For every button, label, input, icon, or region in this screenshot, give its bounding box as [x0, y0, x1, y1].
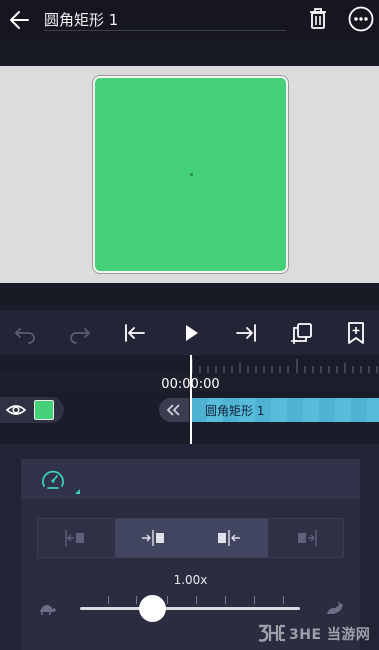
align-start-icon	[65, 530, 85, 546]
layer-color-swatch[interactable]	[34, 400, 54, 420]
playhead[interactable]	[190, 355, 192, 444]
slider-tick	[136, 596, 137, 604]
canvas-margin-top	[0, 40, 379, 66]
page-title[interactable]: 圆角矩形 1	[44, 9, 118, 30]
slider-tick	[254, 596, 255, 604]
visibility-toggle[interactable]	[5, 401, 27, 419]
speed-value: 1.00x	[173, 573, 208, 587]
back-button[interactable]	[6, 6, 34, 34]
jump-to-end-button[interactable]	[233, 320, 259, 346]
add-keyframe-icon	[348, 322, 364, 344]
arrow-left-icon	[10, 11, 29, 29]
canvas-margin-bottom	[0, 283, 379, 310]
more-button[interactable]	[347, 5, 375, 33]
canvas-preview[interactable]	[0, 66, 379, 283]
layer-controls	[0, 397, 64, 423]
clip-label: 圆角矩形 1	[205, 404, 265, 418]
watermark-text: 3HE 当游网	[289, 627, 371, 643]
trim-left-option[interactable]	[191, 519, 268, 557]
watermark-logo-icon	[258, 624, 285, 642]
speed-tab[interactable]	[40, 468, 66, 492]
duplicate-icon	[291, 323, 312, 344]
delete-button[interactable]	[306, 5, 330, 33]
slider-tick	[167, 596, 168, 604]
shape-anchor-point	[190, 173, 193, 176]
trim-left-icon	[218, 530, 241, 546]
more-horizontal-icon	[348, 6, 374, 32]
jump-to-end-icon	[236, 324, 256, 342]
add-keyframe-button[interactable]	[343, 320, 369, 346]
layer-clip[interactable]: 圆角矩形 1	[191, 398, 379, 422]
speed-slider-track[interactable]	[80, 607, 300, 610]
slow-speed-indicator	[38, 601, 56, 615]
rounded-rectangle-shape[interactable]	[93, 76, 288, 273]
title-underline	[44, 30, 286, 31]
watermark: 3HE 当游网	[253, 618, 377, 648]
trash-icon	[310, 8, 326, 29]
collapse-track-button[interactable]	[159, 398, 189, 422]
align-end-option[interactable]	[268, 519, 345, 557]
undo-icon	[14, 328, 35, 344]
slider-tick	[108, 596, 109, 604]
redo-button[interactable]	[67, 320, 93, 346]
jump-to-start-icon	[125, 324, 145, 342]
align-start-option[interactable]	[38, 519, 115, 557]
jump-to-start-button[interactable]	[122, 320, 148, 346]
play-icon	[186, 325, 198, 341]
playback-toolbar	[0, 310, 379, 355]
trim-right-option[interactable]	[114, 519, 191, 557]
double-chevron-left-icon	[166, 404, 180, 416]
slider-tick	[225, 596, 226, 604]
undo-button[interactable]	[12, 320, 38, 346]
speed-panel-header	[21, 459, 360, 499]
speed-slider-thumb[interactable]	[139, 595, 167, 622]
fast-speed-indicator	[325, 600, 345, 616]
slider-tick	[196, 596, 197, 604]
redo-icon	[70, 328, 91, 344]
tab-indicator	[75, 489, 80, 494]
trim-right-icon	[141, 530, 164, 546]
duplicate-button[interactable]	[289, 320, 315, 346]
eye-icon	[5, 405, 27, 415]
turtle-icon	[40, 605, 56, 615]
rabbit-icon	[327, 601, 343, 614]
align-end-icon	[297, 530, 317, 546]
speedometer-icon	[42, 470, 64, 489]
play-button[interactable]	[178, 320, 204, 346]
slider-tick	[283, 596, 284, 604]
timing-mode-selector	[37, 518, 344, 558]
